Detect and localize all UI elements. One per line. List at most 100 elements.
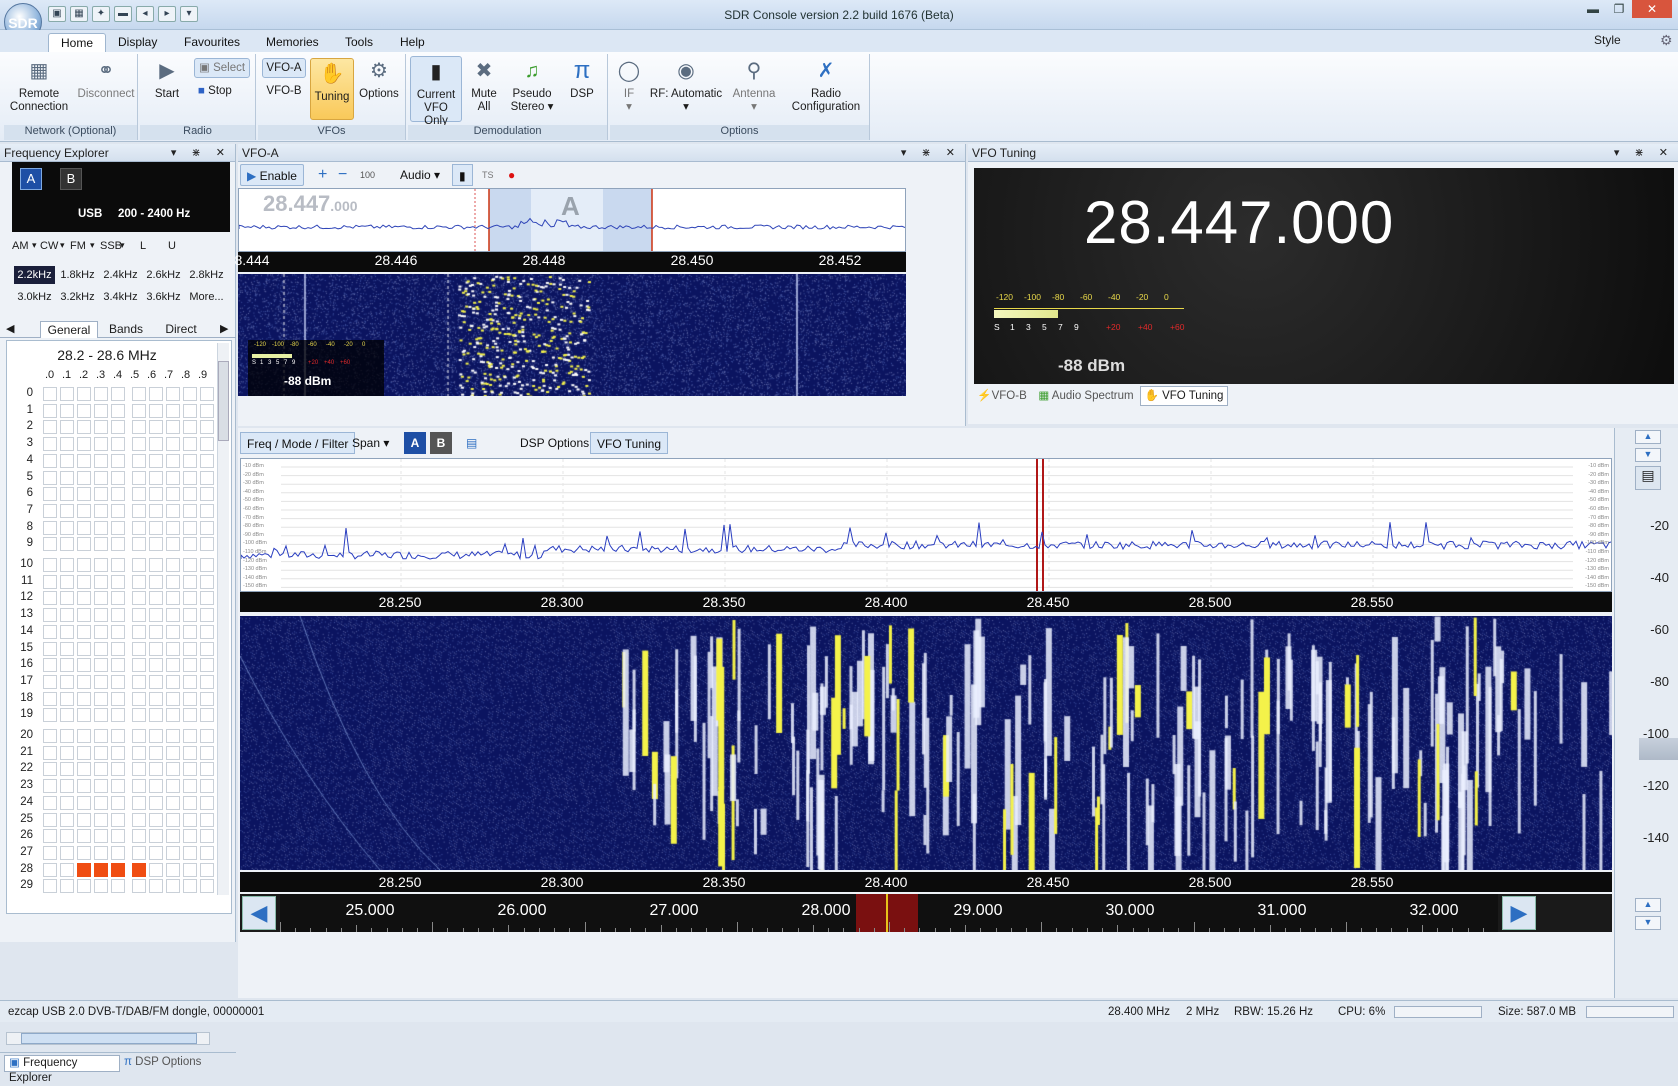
grid-cell[interactable] [149,658,163,673]
if-button[interactable]: ◯ IF ▾ [614,58,644,114]
grid-cell[interactable] [111,487,125,502]
grid-cell[interactable] [43,437,57,452]
grid-cell[interactable] [77,574,91,589]
vfo-b-toggle[interactable]: B [430,432,452,454]
grid-cell[interactable] [200,420,214,435]
grid-cell[interactable] [43,795,57,810]
close-button[interactable]: ✕ [1632,0,1672,18]
grid-cell[interactable] [111,812,125,827]
grid-cell[interactable] [60,674,74,689]
bandwidth-30khz[interactable]: 3.0kHz [14,288,55,306]
start-button[interactable]: ▶ Start [144,58,190,101]
grid-cell[interactable] [200,487,214,502]
speaker-toggle[interactable]: ▮ [452,164,473,186]
grid-cell[interactable] [166,658,180,673]
grid-cell[interactable] [200,729,214,743]
grid-cell[interactable] [60,845,74,860]
grid-cell[interactable] [94,487,108,502]
wf-down-icon[interactable]: ▼ [1635,916,1661,930]
grid-cell[interactable] [94,829,108,844]
grid-cell[interactable] [166,520,180,535]
settings-icon[interactable]: ⚙ [1660,32,1673,49]
tab-direct[interactable]: Direct [156,321,206,337]
tab-help[interactable]: Help [388,33,437,52]
grid-cell[interactable] [94,608,108,623]
grid-cell[interactable] [77,487,91,502]
grid-cell[interactable] [60,520,74,535]
grid-cell[interactable] [132,624,146,639]
tab-audio-spectrum[interactable]: ▦ Audio Spectrum [1036,386,1136,406]
grid-cell[interactable] [77,403,91,418]
grid-cell[interactable] [77,453,91,468]
grid-cell[interactable] [111,708,125,723]
grid-cell[interactable] [149,387,163,401]
grid-cell[interactable] [60,487,74,502]
grid-cell[interactable] [166,879,180,894]
grid-cell[interactable] [43,591,57,606]
grid-cell[interactable] [132,658,146,673]
grid-cell[interactable] [111,658,125,673]
bandwidth-more[interactable]: More... [186,288,227,306]
grid-cell[interactable] [111,591,125,606]
grid-cell[interactable] [166,691,180,706]
grid-vertical-scrollbar[interactable] [217,343,229,895]
wf-up-icon[interactable]: ▲ [1635,898,1661,912]
grid-cell[interactable] [60,453,74,468]
grid-cell[interactable] [183,387,197,401]
grid-cell[interactable] [132,537,146,552]
grid-cell[interactable] [94,812,108,827]
grid-cell[interactable] [60,470,74,485]
grid-cell[interactable] [111,624,125,639]
radio-configuration-button[interactable]: ✗ Radio Configuration [784,58,868,114]
grid-cell[interactable] [77,641,91,656]
grid-cell[interactable] [149,558,163,572]
grid-cell[interactable] [94,437,108,452]
grid-cell[interactable] [183,729,197,743]
grid-cell[interactable] [200,779,214,794]
grid-cell[interactable] [43,453,57,468]
grid-cell[interactable] [149,745,163,760]
grid-cell[interactable] [77,829,91,844]
grid-cell[interactable] [149,795,163,810]
grid-cell[interactable] [111,829,125,844]
grid-cell[interactable] [111,795,125,810]
grid-cell[interactable] [183,641,197,656]
grid-cell[interactable] [43,658,57,673]
grid-cell[interactable] [60,729,74,743]
grid-cell[interactable] [77,520,91,535]
grid-cell[interactable] [43,470,57,485]
grid-cell[interactable] [43,845,57,860]
grid-cell[interactable] [94,745,108,760]
grid-cell[interactable] [43,829,57,844]
grid-cell[interactable] [132,745,146,760]
tab-bands[interactable]: Bands [100,321,152,337]
grid-cell[interactable] [166,537,180,552]
grid-cell[interactable] [166,862,180,877]
grid-cell[interactable] [43,387,57,401]
wand-icon[interactable]: ✦ [92,6,110,22]
grid-cell[interactable] [43,812,57,827]
grid-cell[interactable] [166,420,180,435]
grid-cell[interactable] [166,558,180,572]
grid-cell[interactable] [43,879,57,894]
grid-cell[interactable] [60,558,74,572]
grid-cell[interactable] [166,795,180,810]
grid-cell[interactable] [77,503,91,518]
grid-cell[interactable] [149,470,163,485]
grid-cell[interactable] [166,641,180,656]
grid-cell[interactable] [183,487,197,502]
grid-cell[interactable] [200,574,214,589]
grid-cell[interactable] [60,708,74,723]
grid-cell[interactable] [200,641,214,656]
grid-cell[interactable] [166,470,180,485]
grid-cell[interactable] [94,574,108,589]
grid-cell[interactable] [183,453,197,468]
grid-cell[interactable] [43,558,57,572]
grid-cell[interactable] [200,812,214,827]
grid-cell[interactable] [111,437,125,452]
grid-cell[interactable] [200,862,214,877]
grid-cell[interactable] [166,503,180,518]
grid-cell[interactable] [77,558,91,572]
grid-cell[interactable] [183,574,197,589]
grid-cell[interactable] [166,812,180,827]
